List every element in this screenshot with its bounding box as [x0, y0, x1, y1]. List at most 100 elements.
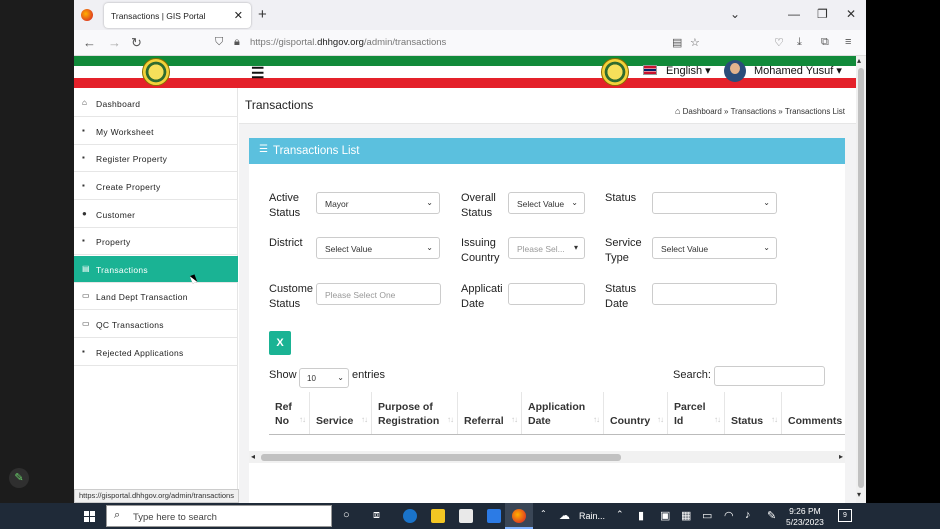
firefox-taskbar-button[interactable] — [505, 503, 533, 529]
notification-icon[interactable]: 9 — [838, 509, 852, 522]
search-input[interactable] — [714, 366, 825, 386]
downloads-icon[interactable]: ⤓ — [797, 36, 802, 49]
column-header-country[interactable]: Country ↑↓ — [604, 392, 668, 434]
close-tab-icon[interactable]: ✕ — [234, 9, 243, 22]
sort-icon: ↑↓ — [714, 415, 721, 424]
sidebar-item-land-dept-transaction[interactable]: ▭ Land Dept Transaction — [74, 283, 238, 310]
sidebar-item-register-property[interactable]: ▪ Register Property — [74, 145, 238, 172]
column-header-ref-no[interactable]: Ref No ↑↓ — [269, 392, 310, 434]
scroll-down-icon[interactable]: ▾ — [857, 490, 861, 499]
application-date-input[interactable] — [508, 283, 585, 305]
firefox-icon[interactable] — [81, 9, 93, 21]
meet-icon[interactable]: ▣ — [660, 509, 670, 522]
column-header-parcel-id[interactable]: Parcel Id ↑↓ — [668, 392, 725, 434]
search-label: Search: — [673, 369, 711, 381]
cortana-icon[interactable]: ○ — [343, 509, 350, 521]
scroll-up-icon[interactable]: ▴ — [857, 56, 861, 65]
issuing-country-select[interactable]: Please Sel... ▾ — [508, 237, 585, 259]
reload-icon[interactable]: ↻ — [131, 35, 142, 51]
forward-icon[interactable]: → — [108, 35, 121, 50]
column-header-status[interactable]: Status ↑↓ — [725, 392, 782, 434]
column-header-service[interactable]: Service ↑↓ — [310, 392, 372, 434]
sidebar-item-my-worksheet[interactable]: ▪ My Worksheet — [74, 118, 238, 145]
task-view-icon[interactable]: ⧈ — [373, 509, 380, 522]
sidebar-item-transactions[interactable]: ▤ Transactions — [74, 256, 238, 283]
new-tab-icon[interactable]: + — [258, 6, 267, 23]
user-menu[interactable]: Mohamed Yusuf ▾ — [754, 64, 842, 77]
minimize-icon[interactable]: — — [788, 7, 800, 21]
horizontal-scrollbar[interactable]: ◂ ▸ — [249, 451, 845, 463]
mic-icon[interactable]: ▮ — [638, 509, 644, 522]
weather-label[interactable]: Rain... — [579, 511, 605, 521]
wifi-icon[interactable]: ◠ — [724, 509, 734, 522]
sidebar-item-qc-transactions[interactable]: ▭ QC Transactions — [74, 311, 238, 338]
file-explorer-icon[interactable] — [431, 509, 445, 523]
menu-icon[interactable]: ≡ — [845, 36, 851, 48]
mail-icon[interactable] — [487, 509, 501, 523]
vertical-scrollbar-thumb[interactable] — [858, 68, 864, 488]
column-header-purpose[interactable]: Purpose of Registration ↑↓ — [372, 392, 458, 434]
shield-icon[interactable]: ⛉ — [215, 36, 223, 49]
extensions-icon[interactable]: ⧉ — [821, 36, 829, 49]
column-header-comments[interactable]: Comments — [782, 392, 845, 434]
sidebar-item-label: Transactions — [96, 265, 148, 275]
address-bar[interactable]: https://gisportal.dhhgov.org/admin/trans… — [250, 37, 446, 48]
scrollbar-thumb[interactable] — [261, 454, 621, 461]
sidebar-item-rejected-applications[interactable]: ▪ Rejected Applications — [74, 339, 238, 366]
customer-status-input[interactable]: Please Select One — [316, 283, 441, 305]
tab-list-icon[interactable]: ⌄ — [730, 7, 740, 21]
taskbar-clock[interactable]: 9:26 PM 5/23/2023 — [786, 506, 824, 528]
avatar[interactable] — [724, 60, 746, 82]
main-content: Transactions ⌂ Dashboard » Transactions … — [239, 88, 856, 503]
breadcrumb-transactions[interactable]: Transactions — [731, 107, 777, 116]
emblem-logo-icon[interactable] — [142, 58, 170, 86]
edge-icon[interactable] — [403, 509, 417, 523]
restore-icon[interactable]: ❐ — [817, 7, 828, 21]
district-select[interactable]: Select Value ⌄ — [316, 237, 440, 259]
tray-app-icon[interactable]: ▦ — [681, 509, 691, 522]
pocket-icon[interactable]: ♡ — [774, 36, 784, 49]
tray-overflow-icon[interactable]: ⌃ — [616, 509, 624, 520]
sidebar-item-property[interactable]: ▪ Property — [74, 228, 238, 255]
customer-status-placeholder: Please Select One — [325, 290, 396, 300]
pen-icon[interactable]: ✎ — [9, 468, 29, 488]
close-window-icon[interactable]: ✕ — [846, 7, 856, 21]
sidebar-item-dashboard[interactable]: ⌂ Dashboard — [74, 90, 238, 117]
browser-tab[interactable]: Transactions | GIS Portal ✕ — [104, 3, 251, 28]
screen: ✎ Transactions | GIS Portal ✕ + ⌄ — ❐ ✕ … — [0, 0, 940, 529]
bookmark-star-icon[interactable]: ☆ — [690, 36, 700, 49]
service-type-select[interactable]: Select Value ⌄ — [652, 237, 777, 259]
clock-date: 5/23/2023 — [786, 517, 824, 527]
column-header-referral[interactable]: Referral ↑↓ — [458, 392, 522, 434]
web-page: ☰ English ▾ Mohamed Yusuf ▾ ⌂ Dashboard ▪… — [74, 56, 856, 503]
user-icon: ● — [82, 209, 87, 218]
windows-start-icon[interactable] — [84, 511, 95, 522]
pen-tray-icon[interactable]: ✎ — [767, 509, 776, 522]
overall-status-select[interactable]: Select Value ⌄ — [508, 192, 585, 214]
breadcrumb-current: Transactions List — [784, 107, 845, 116]
language-dropdown[interactable]: English ▾ — [666, 64, 711, 77]
active-status-select[interactable]: Mayor ⌄ — [316, 192, 440, 214]
volume-icon[interactable]: ♪ — [745, 509, 751, 521]
register-icon: ▪ — [82, 153, 85, 162]
store-icon[interactable] — [459, 509, 473, 523]
sidebar-item-create-property[interactable]: ▪ Create Property — [74, 173, 238, 200]
column-header-application-date[interactable]: Application Date ↑↓ — [522, 392, 604, 434]
breadcrumb-dashboard[interactable]: Dashboard — [683, 107, 722, 116]
back-icon[interactable]: ← — [83, 35, 96, 50]
scroll-right-icon[interactable]: ▸ — [839, 452, 843, 461]
reader-view-icon[interactable]: ▤ — [672, 36, 682, 49]
status-date-input[interactable] — [652, 283, 777, 305]
card-icon: ▭ — [82, 319, 90, 328]
taskbar-search[interactable]: ⌕ Type here to search — [106, 505, 332, 527]
taskbar-expand-icon[interactable]: ⌃ — [540, 509, 547, 518]
tab-title: Transactions | GIS Portal — [111, 11, 206, 21]
vertical-scrollbar[interactable]: ▴ ▾ — [856, 56, 866, 503]
scroll-left-icon[interactable]: ◂ — [251, 452, 255, 461]
excel-export-button[interactable]: X — [269, 331, 291, 355]
status-select[interactable]: ⌄ — [652, 192, 777, 214]
sidebar-item-customer[interactable]: ● Customer — [74, 201, 238, 228]
battery-icon[interactable]: ▭ — [702, 509, 712, 522]
entries-select[interactable]: 10 ⌄ — [299, 368, 349, 388]
hamburger-menu-icon[interactable]: ☰ — [251, 64, 264, 82]
